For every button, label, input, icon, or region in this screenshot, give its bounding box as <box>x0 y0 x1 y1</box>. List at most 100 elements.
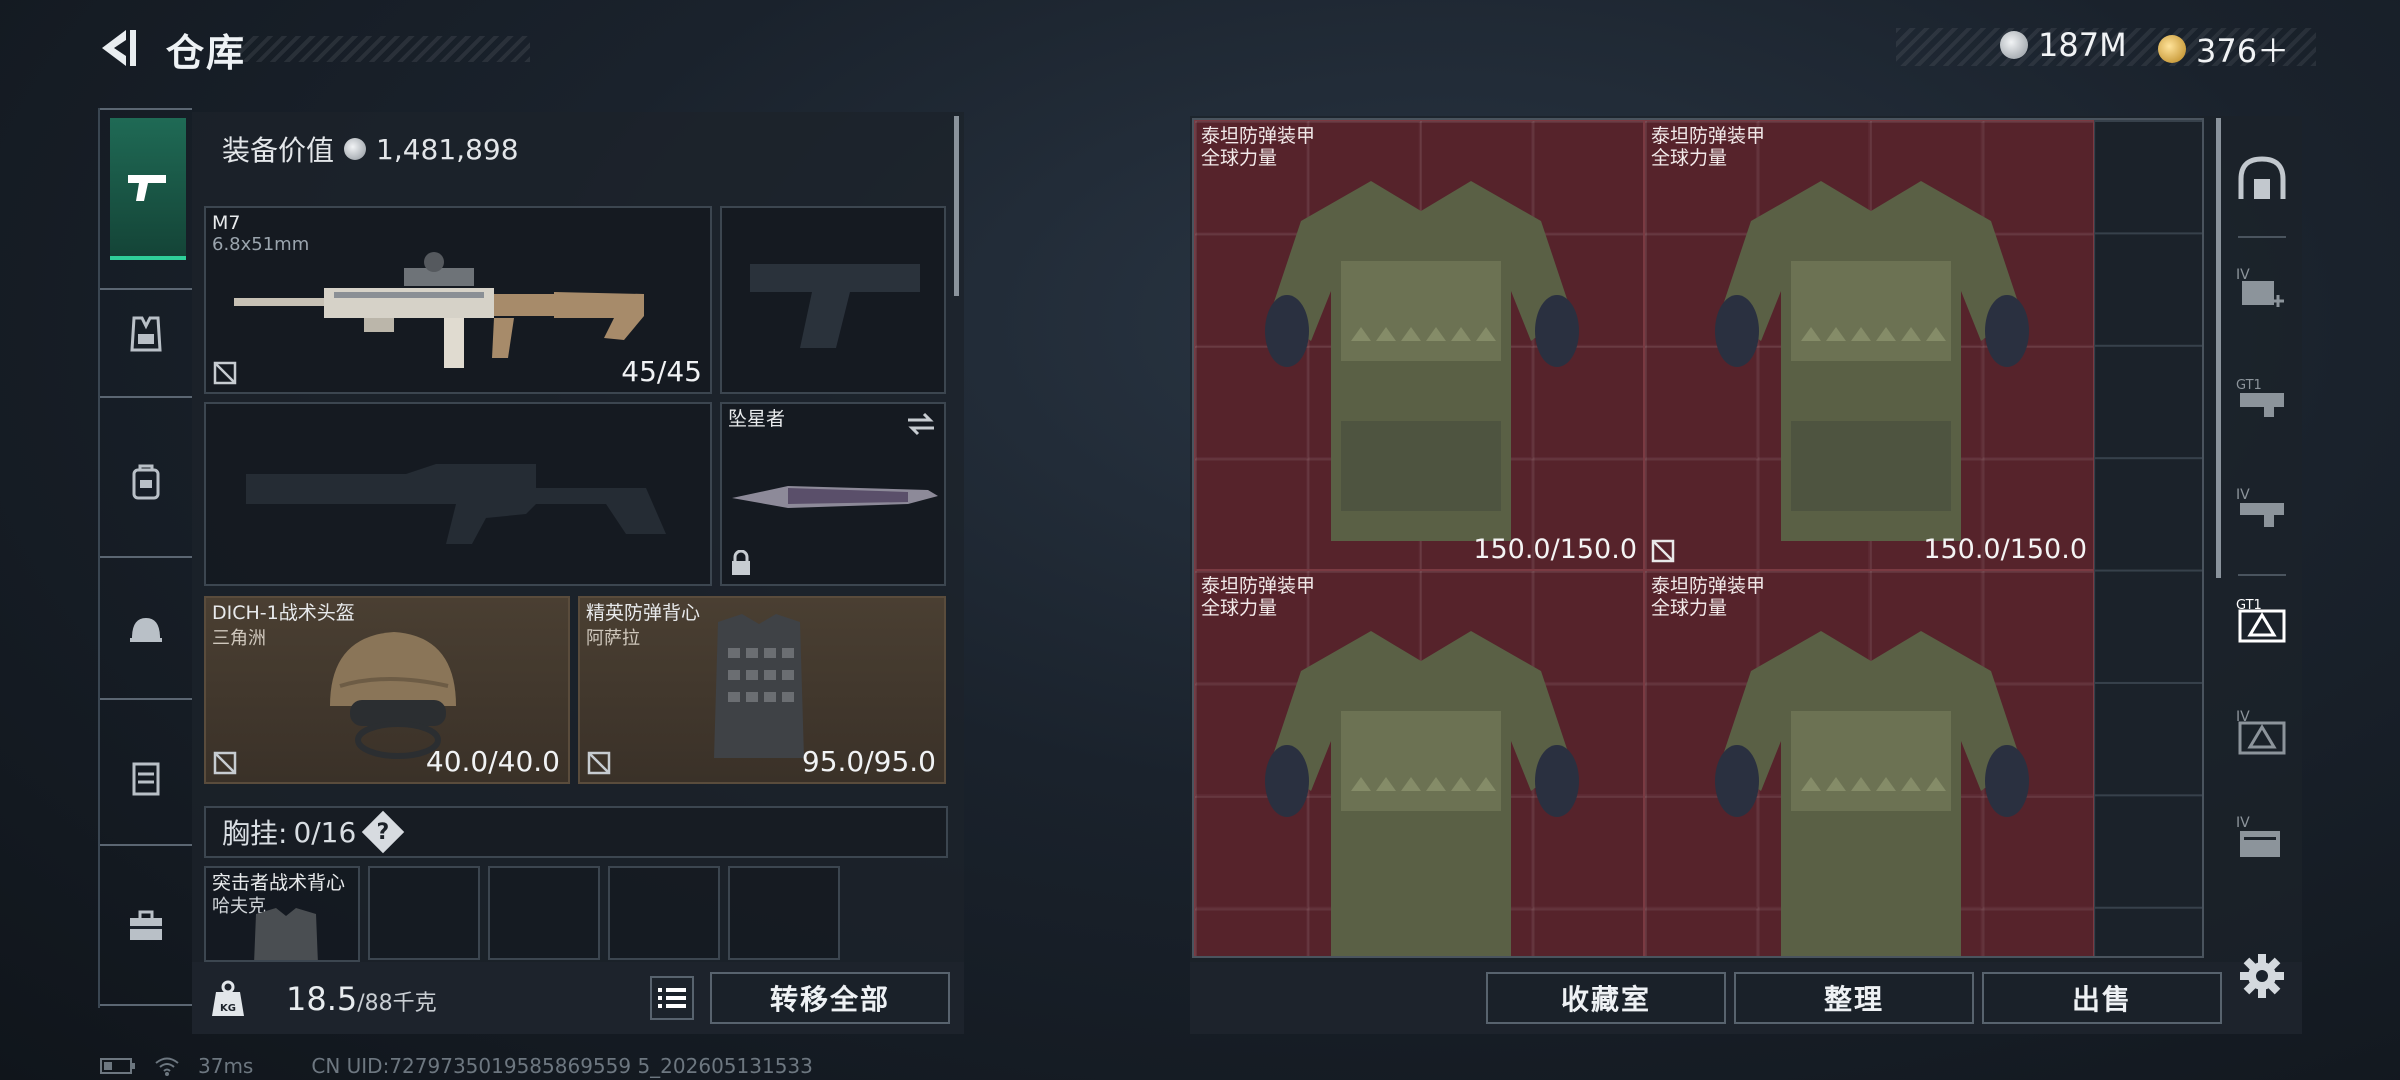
weight-icon: KG <box>212 980 244 1016</box>
gear-gt1-icon: GT1 <box>2236 378 2284 417</box>
wifi-icon <box>155 1057 179 1076</box>
chest-rig-count: 0/16 <box>293 815 357 849</box>
storage-item[interactable]: 泰坦防弹装甲 全球力量 150.0/150.0 <box>1644 120 2094 570</box>
rail-item-weapons[interactable] <box>110 118 186 260</box>
gold-amount: 376＋ <box>2196 32 2290 70</box>
ammo-gt1-icon: GT1 <box>2236 598 2286 643</box>
melee-slot[interactable]: 坠星者 <box>720 402 946 586</box>
no-insurance-icon <box>1651 539 1675 563</box>
armor-slot[interactable]: 精英防弹背心 阿萨拉 95.0/95.0 <box>578 596 946 784</box>
rail-item-container[interactable] <box>108 740 184 816</box>
titan-armor-image <box>1265 181 1579 541</box>
tab-ammo[interactable]: GT1 <box>2230 580 2294 660</box>
container-icon <box>132 762 160 796</box>
primary-weapon-slot[interactable]: M7 6.8x51mm 45/45 <box>204 206 712 394</box>
armor-iv-icon: IV <box>2236 709 2286 755</box>
storage-tabs: IV GT1 IV GT1 IV IV <box>2222 118 2302 958</box>
rail-item-toolbox[interactable] <box>108 888 184 964</box>
helmet-slot[interactable]: DICH-1战术头盔 三角洲 40.0/40.0 <box>204 596 570 784</box>
category-rail <box>98 108 192 1008</box>
no-insurance-icon <box>587 751 611 775</box>
titan-armor-image <box>1715 631 2029 956</box>
storage-item[interactable]: 泰坦防弹装甲 全球力量 <box>1194 570 1644 956</box>
case-iv-icon: IV <box>2236 815 2280 857</box>
status-bar: 37ms CN UID:7279735019585869559 5_202605… <box>100 1054 813 1078</box>
pistol-silhouette-icon <box>750 264 920 348</box>
carry-weight-max: /88千克 <box>357 991 437 1016</box>
pistol-icon <box>128 175 166 201</box>
knife-image <box>732 486 938 508</box>
helmet-brand: 三角洲 <box>212 628 266 649</box>
carry-weight: 18.5/88千克 <box>286 980 437 1018</box>
equipment-value-label: 装备价值 <box>222 134 335 167</box>
svg-text:GT1: GT1 <box>2236 378 2262 393</box>
help-icon[interactable]: ? <box>362 810 405 854</box>
svg-text:IV: IV <box>2236 267 2250 283</box>
equipment-value: 1,481,898 <box>376 132 519 166</box>
silver-coin-icon <box>2000 31 2028 59</box>
titan-armor-image <box>1715 181 2029 541</box>
chest-slot[interactable] <box>608 866 720 960</box>
swap-icon[interactable] <box>906 412 936 436</box>
lock-icon <box>732 550 750 575</box>
silver-currency[interactable]: 187M <box>2000 26 2127 64</box>
no-insurance-icon <box>213 751 237 775</box>
tab-gear[interactable]: GT1 <box>2230 358 2294 438</box>
armor-durability: 95.0/95.0 <box>801 745 936 778</box>
tab-armor[interactable]: IV <box>2230 692 2294 772</box>
list-view-button[interactable] <box>650 976 694 1020</box>
vest-icon <box>130 316 162 352</box>
item-durability: 150.0/150.0 <box>1923 534 2087 565</box>
storage-item[interactable]: 泰坦防弹装甲 全球力量 150.0/150.0 <box>1194 120 1644 570</box>
rail-item-vest[interactable] <box>108 296 184 372</box>
page-title: 仓库 <box>166 31 247 75</box>
silver-coin-icon <box>344 138 367 160</box>
gold-coin-icon <box>2158 35 2186 63</box>
weapon-iv-icon: IV <box>2236 487 2284 527</box>
tab-weapon[interactable]: IV <box>2230 468 2294 548</box>
equipment-scrollbar[interactable] <box>954 116 959 296</box>
helmet-durability: 40.0/40.0 <box>425 745 560 778</box>
chest-rig-row[interactable]: 胸挂: 0/16 ? <box>204 806 948 858</box>
back-arrow-icon[interactable] <box>96 26 140 70</box>
svg-text:KG: KG <box>220 1003 236 1014</box>
silver-amount: 187M <box>2038 26 2127 64</box>
no-insurance-icon <box>213 361 237 385</box>
rail-item-helmet[interactable] <box>108 592 184 668</box>
tactical-vest-slot[interactable]: 突击者战术背心 哈夫克 <box>204 866 360 962</box>
tab-case[interactable]: IV <box>2230 798 2294 878</box>
list-icon <box>658 988 686 1008</box>
armor-brand: 阿萨拉 <box>586 628 640 649</box>
chest-slot[interactable] <box>368 866 480 960</box>
backpack-icon <box>132 464 160 500</box>
storage-grid[interactable]: 泰坦防弹装甲 全球力量 150.0/150.0 泰坦防弹装甲 全球力量 150.0/… <box>1192 118 2204 958</box>
rail-item-backpack[interactable] <box>108 444 184 520</box>
equipment-value-row: 装备价值 1,481,898 <box>204 124 952 174</box>
toolbox-icon <box>130 910 162 940</box>
transfer-all-button[interactable]: 转移全部 <box>710 972 950 1024</box>
tactical-vest-image <box>254 908 318 960</box>
title-decoration <box>236 36 530 62</box>
gold-currency[interactable]: 376＋ <box>2158 26 2289 72</box>
sell-button[interactable]: 出售 <box>1982 972 2222 1024</box>
storage-scrollbar[interactable] <box>2216 118 2221 578</box>
sort-button[interactable]: 整理 <box>1734 972 1974 1024</box>
armor-name: 精英防弹背心 <box>586 602 701 624</box>
tab-medkit[interactable]: IV <box>2230 248 2294 328</box>
weapon-name: M7 <box>212 212 241 234</box>
chest-rig-label: 胸挂: <box>222 817 288 850</box>
carry-weight-value: 18.5 <box>286 980 358 1018</box>
chest-slot[interactable] <box>728 866 840 960</box>
svg-text:IV: IV <box>2236 815 2250 831</box>
secondary-weapon-slot[interactable] <box>720 206 946 394</box>
gear-icon[interactable] <box>2238 952 2286 1000</box>
storage-item[interactable]: 泰坦防弹装甲 全球力量 <box>1644 570 2094 956</box>
battery-icon <box>100 1058 135 1074</box>
collection-room-button[interactable]: 收藏室 <box>1486 972 1726 1024</box>
tertiary-weapon-slot[interactable] <box>204 402 712 586</box>
svg-text:IV: IV <box>2236 487 2250 503</box>
dome-icon <box>2238 156 2286 199</box>
chest-slot[interactable] <box>488 866 600 960</box>
tab-dome[interactable] <box>2230 138 2294 218</box>
helmet-image <box>330 632 456 759</box>
